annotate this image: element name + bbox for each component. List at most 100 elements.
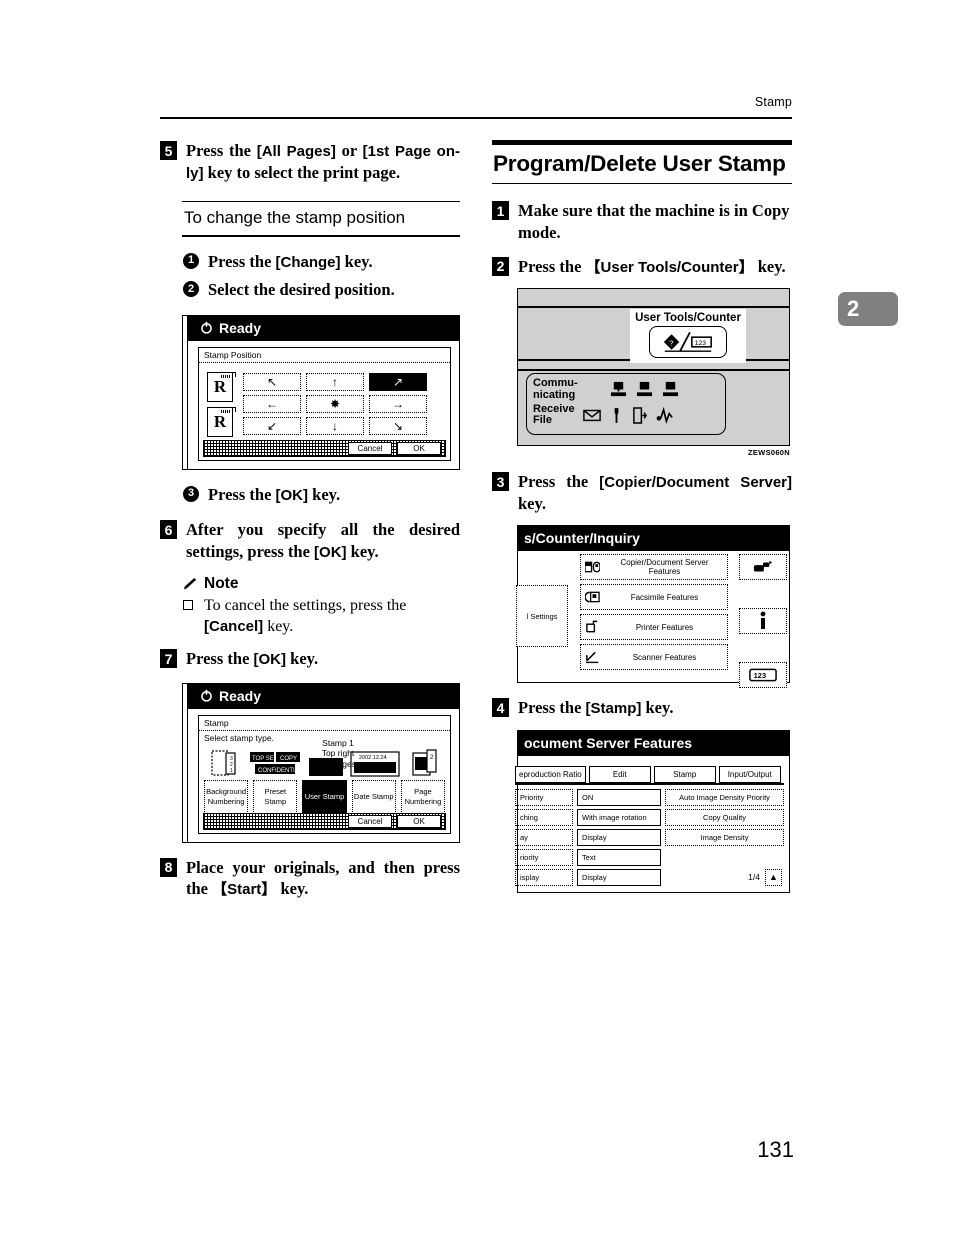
r-step-3-text: Press the [Copier/Document Server] key. xyxy=(518,471,792,514)
note-bullet-icon xyxy=(183,600,193,611)
svg-text:CONFIDENTIAL: CONFIDENTIAL xyxy=(258,768,301,774)
arrow-right-button[interactable]: → xyxy=(369,395,427,414)
power-icon xyxy=(200,321,213,334)
wrench-icon xyxy=(614,407,618,423)
stamp-position-arrow-grid: ↖ ↑ ↗ ← ✸ → ↙ ↓ ↘ xyxy=(243,373,427,436)
arrow-down-right-button[interactable]: ↘ xyxy=(369,417,427,436)
step-5-number: 5 xyxy=(160,141,177,160)
r-step-1-text: Make sure that the machine is in Copy mo… xyxy=(518,201,790,242)
substep-1: 1 Press the [Change] key. xyxy=(182,251,460,273)
arrow-left-button[interactable]: ← xyxy=(243,395,301,414)
step-7-text-a: Press the xyxy=(186,649,254,669)
stamp-type-date-stamp[interactable]: Date Stamp xyxy=(351,779,396,814)
stamp-type-user-stamp[interactable]: User Stamp xyxy=(302,779,347,814)
stamp-position-panel: Stamp Position R R ↖ ↑ ↗ ← ✸ → ↙ ↓ ↘ Can… xyxy=(198,346,451,461)
user-tools-counter-label: User Tools/Counter xyxy=(635,312,741,325)
features-body: eproduction Ratio Edit Stamp Input/Outpu… xyxy=(515,756,789,892)
side-button-inquiry[interactable] xyxy=(739,608,787,635)
user-tools-counter-key[interactable]: ? 123 xyxy=(649,326,727,359)
substep-3-marker: 3 xyxy=(183,485,199,502)
orientation-thumb-portrait: R xyxy=(207,371,236,402)
side-button-counter[interactable]: 123 xyxy=(739,662,787,689)
cancel-button[interactable]: Cancel xyxy=(348,441,392,455)
scroll-up-button[interactable]: ▲ xyxy=(765,868,782,886)
tab-reproduction-ratio[interactable]: eproduction Ratio xyxy=(515,765,586,783)
menu-item-scanner-features[interactable]: Scanner Features xyxy=(580,644,728,671)
svg-text:123: 123 xyxy=(695,340,707,347)
menu-item-copier-document-server[interactable]: Copier/Document Server Features xyxy=(580,554,728,581)
arrow-center-button[interactable]: ✸ xyxy=(306,395,364,414)
feature-action-2[interactable]: Copy Quality xyxy=(665,808,784,826)
thumb-corner-icon-2 xyxy=(231,406,236,412)
lcd-status-bar-2: Ready xyxy=(188,683,459,709)
user-tools-title-bar: s/Counter/Inquiry xyxy=(518,526,789,552)
icon-page-numbering: 2 xyxy=(405,747,445,777)
thumb-letter-2: R xyxy=(213,411,227,431)
page-number: 131 xyxy=(757,1137,794,1162)
r-step-4-key: [Stamp] xyxy=(585,700,642,718)
note-title-text: Note xyxy=(204,575,239,593)
features-pager: 1/4 ▲ xyxy=(665,868,784,886)
orientation-thumb-landscape: R xyxy=(207,406,236,437)
ok-button-2[interactable]: OK xyxy=(397,814,441,828)
feature-action-3[interactable]: Image Density xyxy=(665,828,784,846)
status-communicating-label: Commu- nicating xyxy=(533,378,578,401)
lcd-status-text: Ready xyxy=(219,319,262,336)
panel-title-2: Stamp xyxy=(199,716,450,731)
cancel-button-2[interactable]: Cancel xyxy=(348,814,392,828)
icon-preset-stamp: TOP SEC COPY CONFIDENTIAL xyxy=(249,747,301,777)
ok-button[interactable]: OK xyxy=(397,441,441,455)
r-step-2: 2 Press the 【User Tools/Counter】 key. xyxy=(492,256,792,278)
menu-item-printer-features[interactable]: Printer Features xyxy=(580,614,728,641)
system-settings-button[interactable]: l Settings xyxy=(516,585,568,648)
note-item-text-a: To cancel the settings, press the xyxy=(204,597,407,615)
step-7-key: [OK] xyxy=(253,651,287,669)
r-step-3-key: [Copier/Document Server] xyxy=(599,474,793,492)
r-step-2-number: 2 xyxy=(492,256,509,276)
substep-2-marker: 2 xyxy=(183,281,199,298)
features-row-1: Priority ON Auto Image Density Priority xyxy=(515,788,784,806)
arrow-up-button[interactable]: ↑ xyxy=(306,373,364,392)
step-5-text-b: or xyxy=(335,141,363,160)
menu-item-facsimile-features[interactable]: Facsimile Features xyxy=(580,584,728,611)
system-settings-label: l Settings xyxy=(526,611,558,621)
stamp-type-background-numbering[interactable]: Background Numbering xyxy=(204,779,249,814)
r-step-1-number: 1 xyxy=(492,201,509,221)
side-button-network[interactable] xyxy=(739,554,787,581)
section-rule-bottom xyxy=(492,182,792,185)
feature-value-4: Text xyxy=(577,848,661,866)
thumb-corner-icon xyxy=(231,371,236,377)
feature-action-4-spacer xyxy=(665,849,784,866)
arrow-down-left-button[interactable]: ↙ xyxy=(243,417,301,436)
feature-name-5: isplay xyxy=(515,868,573,886)
left-column: 5 Press the [All Pages] or [1st Page on-… xyxy=(160,140,460,913)
step-8: 8 Place your originals, and then press t… xyxy=(160,857,460,900)
feature-action-1[interactable]: Auto Image Density Priority xyxy=(665,788,784,806)
stamp-type-preset-stamp[interactable]: Preset Stamp xyxy=(253,779,298,814)
stamp-summary-line2: Top right xyxy=(321,748,355,759)
r-step-2-key: 【User Tools/Counter】 xyxy=(585,258,754,276)
tab-stamp[interactable]: Stamp xyxy=(653,765,716,783)
substep-1-text-a: Press the xyxy=(208,251,276,271)
arrow-down-button[interactable]: ↓ xyxy=(306,417,364,436)
pencil-icon xyxy=(182,577,199,592)
section-title-block: Program/Delete User Stamp xyxy=(492,140,792,185)
user-tools-side-buttons: 123 xyxy=(739,554,787,689)
lcd-status-bar: Ready xyxy=(188,315,459,341)
communicating-icons xyxy=(610,381,679,398)
step-8-number: 8 xyxy=(160,857,177,877)
tab-edit-label: Edit xyxy=(612,769,627,779)
thumb-letter: R xyxy=(213,376,227,396)
step-5-text-c: key to select the print page. xyxy=(203,162,401,182)
menu-item-copier-label-2: Features xyxy=(648,567,681,577)
substep-2-text: Select the desired position. xyxy=(208,280,395,300)
stamp-type-page-numbering[interactable]: Page Numbering xyxy=(400,779,446,814)
tab-input-output[interactable]: Input/Output xyxy=(718,765,781,783)
r-step-2-text-b: key. xyxy=(753,256,786,276)
step-5: 5 Press the [All Pages] or [1st Page on-… xyxy=(160,140,460,183)
arrow-up-left-button[interactable]: ↖ xyxy=(243,373,301,392)
arrow-up-right-button[interactable]: ↗ xyxy=(369,373,427,392)
tab-edit[interactable]: Edit xyxy=(588,765,651,783)
menu-item-scanner-label: Scanner Features xyxy=(632,652,697,662)
screenshot-user-tools: s/Counter/Inquiry l Settings Copier/Docu… xyxy=(516,525,790,689)
